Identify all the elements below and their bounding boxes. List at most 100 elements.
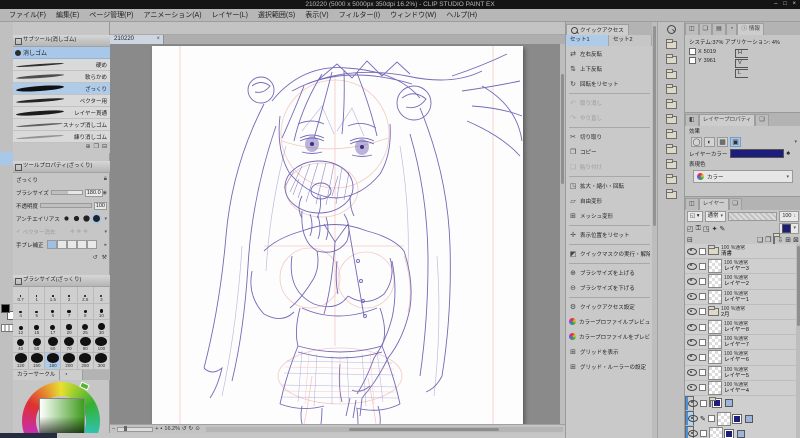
reference-layer-icon[interactable]: ✦ [712,225,718,233]
tool-icon[interactable] [0,204,13,217]
command-bar-icon[interactable] [239,23,251,34]
vector-erase-checkbox[interactable]: ✓ [16,229,21,235]
reset-settings-icon[interactable]: ↺ [93,254,98,261]
lock-icon[interactable]: 🔒︎ [104,176,107,183]
menu-layer[interactable]: レイヤー(L) [207,10,253,20]
tab-color-history[interactable]: ◔ [60,370,84,380]
expression-color-dropdown[interactable]: カラー ▾ [693,170,793,183]
command-bar-icon[interactable] [141,23,153,34]
layer-checkbox[interactable] [699,323,706,331]
visibility-eye-icon[interactable] [688,430,698,438]
command-bar-icon[interactable] [267,23,279,34]
brush-size-value[interactable]: 180.0 [84,188,103,197]
chevron-down-icon[interactable]: ▾ [104,229,107,235]
quick-access-item[interactable]: ◉ カラープロファイルプレビューの設定 [566,314,653,329]
visibility-eye-icon[interactable] [687,247,697,255]
tool-icon[interactable] [0,100,13,113]
subtool-item[interactable]: ざっくり [13,83,110,95]
quick-access-item[interactable]: ⊕ ブラシサイズを上げる [566,265,653,280]
menu-edit[interactable]: 編集(E) [51,10,84,20]
visibility-eye-icon[interactable] [687,262,697,270]
layer-color-swatch[interactable] [730,149,785,158]
layer-thumbnail[interactable] [708,335,722,350]
clip-below-icon[interactable]: ◳ [703,225,710,233]
collapsed-palette-icon[interactable] [658,22,685,37]
quick-access-item[interactable]: ⇅ 上下反転 [566,61,653,76]
visibility-eye-icon[interactable] [687,338,697,346]
layer-thumbnail[interactable] [708,259,722,274]
layer-color-dropdown[interactable]: ▾ [779,223,799,234]
tool-icon[interactable] [0,48,13,61]
chevron-down-icon[interactable]: ▾ [104,216,107,222]
quick-access-item[interactable]: ✂ 切り取り [566,129,653,144]
delete-layer-icon[interactable]: ⊠ [793,236,799,244]
visibility-eye-icon[interactable] [687,353,697,361]
quick-access-item[interactable]: ⇄ 左右反転 [566,46,653,61]
lock-transparent-icon[interactable]: ◰ [687,225,694,233]
quick-access-item[interactable]: ↶ 取り消し [566,95,653,110]
collapsed-palette-icon[interactable] [658,52,685,67]
menu-window[interactable]: ウィンドウ(W) [385,10,441,20]
brush-size-slider[interactable] [50,190,83,195]
subtool-item[interactable]: スナップ消しゴム [13,119,110,131]
aa-option-middle[interactable] [83,215,90,222]
reset-rotation-button[interactable]: ⊙ [195,426,200,432]
visibility-eye-icon[interactable] [687,384,697,392]
aa-option-strong[interactable] [92,215,100,222]
tab-layer-property[interactable]: レイヤープロパティ [698,114,756,126]
brush-size-cell[interactable]: 200 [61,353,78,370]
layer-row[interactable]: ✎ 100 %通常 レイヤー6 [685,350,800,366]
layer-thumbnail[interactable] [716,411,731,426]
subtool-item[interactable]: 硬め [13,59,110,71]
tool-icon[interactable] [0,217,13,230]
brush-size-cell[interactable]: 20 [61,320,78,337]
brush-size-cell[interactable]: 1 [29,287,46,304]
tool-icon[interactable] [0,178,13,191]
canvas-viewport[interactable] [110,44,560,424]
quick-access-item[interactable]: ⊖ ブラシサイズを下げる [566,280,653,295]
menu-filter[interactable]: フィルター(I) [334,10,385,20]
menu-selection[interactable]: 選択範囲(S) [253,10,300,20]
new-raster-layer-icon[interactable]: ❏ [757,236,763,244]
layer-checkbox[interactable] [699,262,706,270]
delete-subtool-icon[interactable]: ⊟ [102,143,107,153]
layer-row[interactable]: ✎ 100 %通常 レイヤー1 [685,289,800,305]
brush-size-cell[interactable]: 3 [93,287,110,304]
brush-size-cell[interactable]: 5 [29,303,46,321]
layer-thumbnail[interactable] [708,365,722,380]
layer-thumbnail[interactable] [708,274,722,289]
extract-line-icon[interactable]: ▦ [717,137,728,147]
tool-icon[interactable] [0,282,13,295]
visibility-eye-icon[interactable] [687,293,697,301]
subtool-item[interactable]: 軟らかめ [13,71,110,83]
quick-access-item[interactable]: ↷ やり直し [566,110,653,125]
new-folder-icon[interactable] [773,235,776,244]
aa-option-weak[interactable] [73,215,79,222]
brush-size-cell[interactable]: 70 [61,336,78,354]
tool-icon[interactable] [0,256,13,269]
ink-icon[interactable]: ♠ [786,150,790,157]
quick-access-item[interactable]: ❏ 貼り付け [566,159,653,174]
vector-erase-modes[interactable]: ✛✛✛ [70,229,90,235]
opacity-value[interactable]: 100 [93,201,107,210]
collapsed-palette-icon[interactable] [658,112,685,127]
layer-thumbnail[interactable] [708,380,722,395]
layer-color-effect-icon[interactable]: ▣ [730,137,741,147]
document-tab[interactable]: 210220 × [110,35,164,44]
zoom-value[interactable]: 16.2% [164,426,180,432]
subtool-palette-header[interactable]: サブツール(消しゴム) [13,35,110,47]
layer-row[interactable]: ✎ 100 %通常 レイヤー3 [685,259,800,275]
tool-icon[interactable] [0,74,13,87]
layer-row[interactable]: ✎ 100 %通常 レイヤー5 [685,365,800,381]
subtool-group-eraser[interactable]: 消しゴム [13,47,110,59]
zoom-slider[interactable] [117,425,154,432]
layer-checkbox[interactable] [707,415,715,423]
tab-navigator[interactable]: ◫ [685,23,699,35]
tool-icon[interactable] [0,269,13,282]
tool-icon[interactable] [0,87,13,100]
command-bar-icon[interactable] [197,23,209,34]
brush-size-cell[interactable]: 17 [45,320,62,337]
collapsed-palette-icon[interactable] [658,142,685,157]
tool-icon[interactable] [0,113,13,126]
command-bar-icon[interactable] [155,23,167,34]
